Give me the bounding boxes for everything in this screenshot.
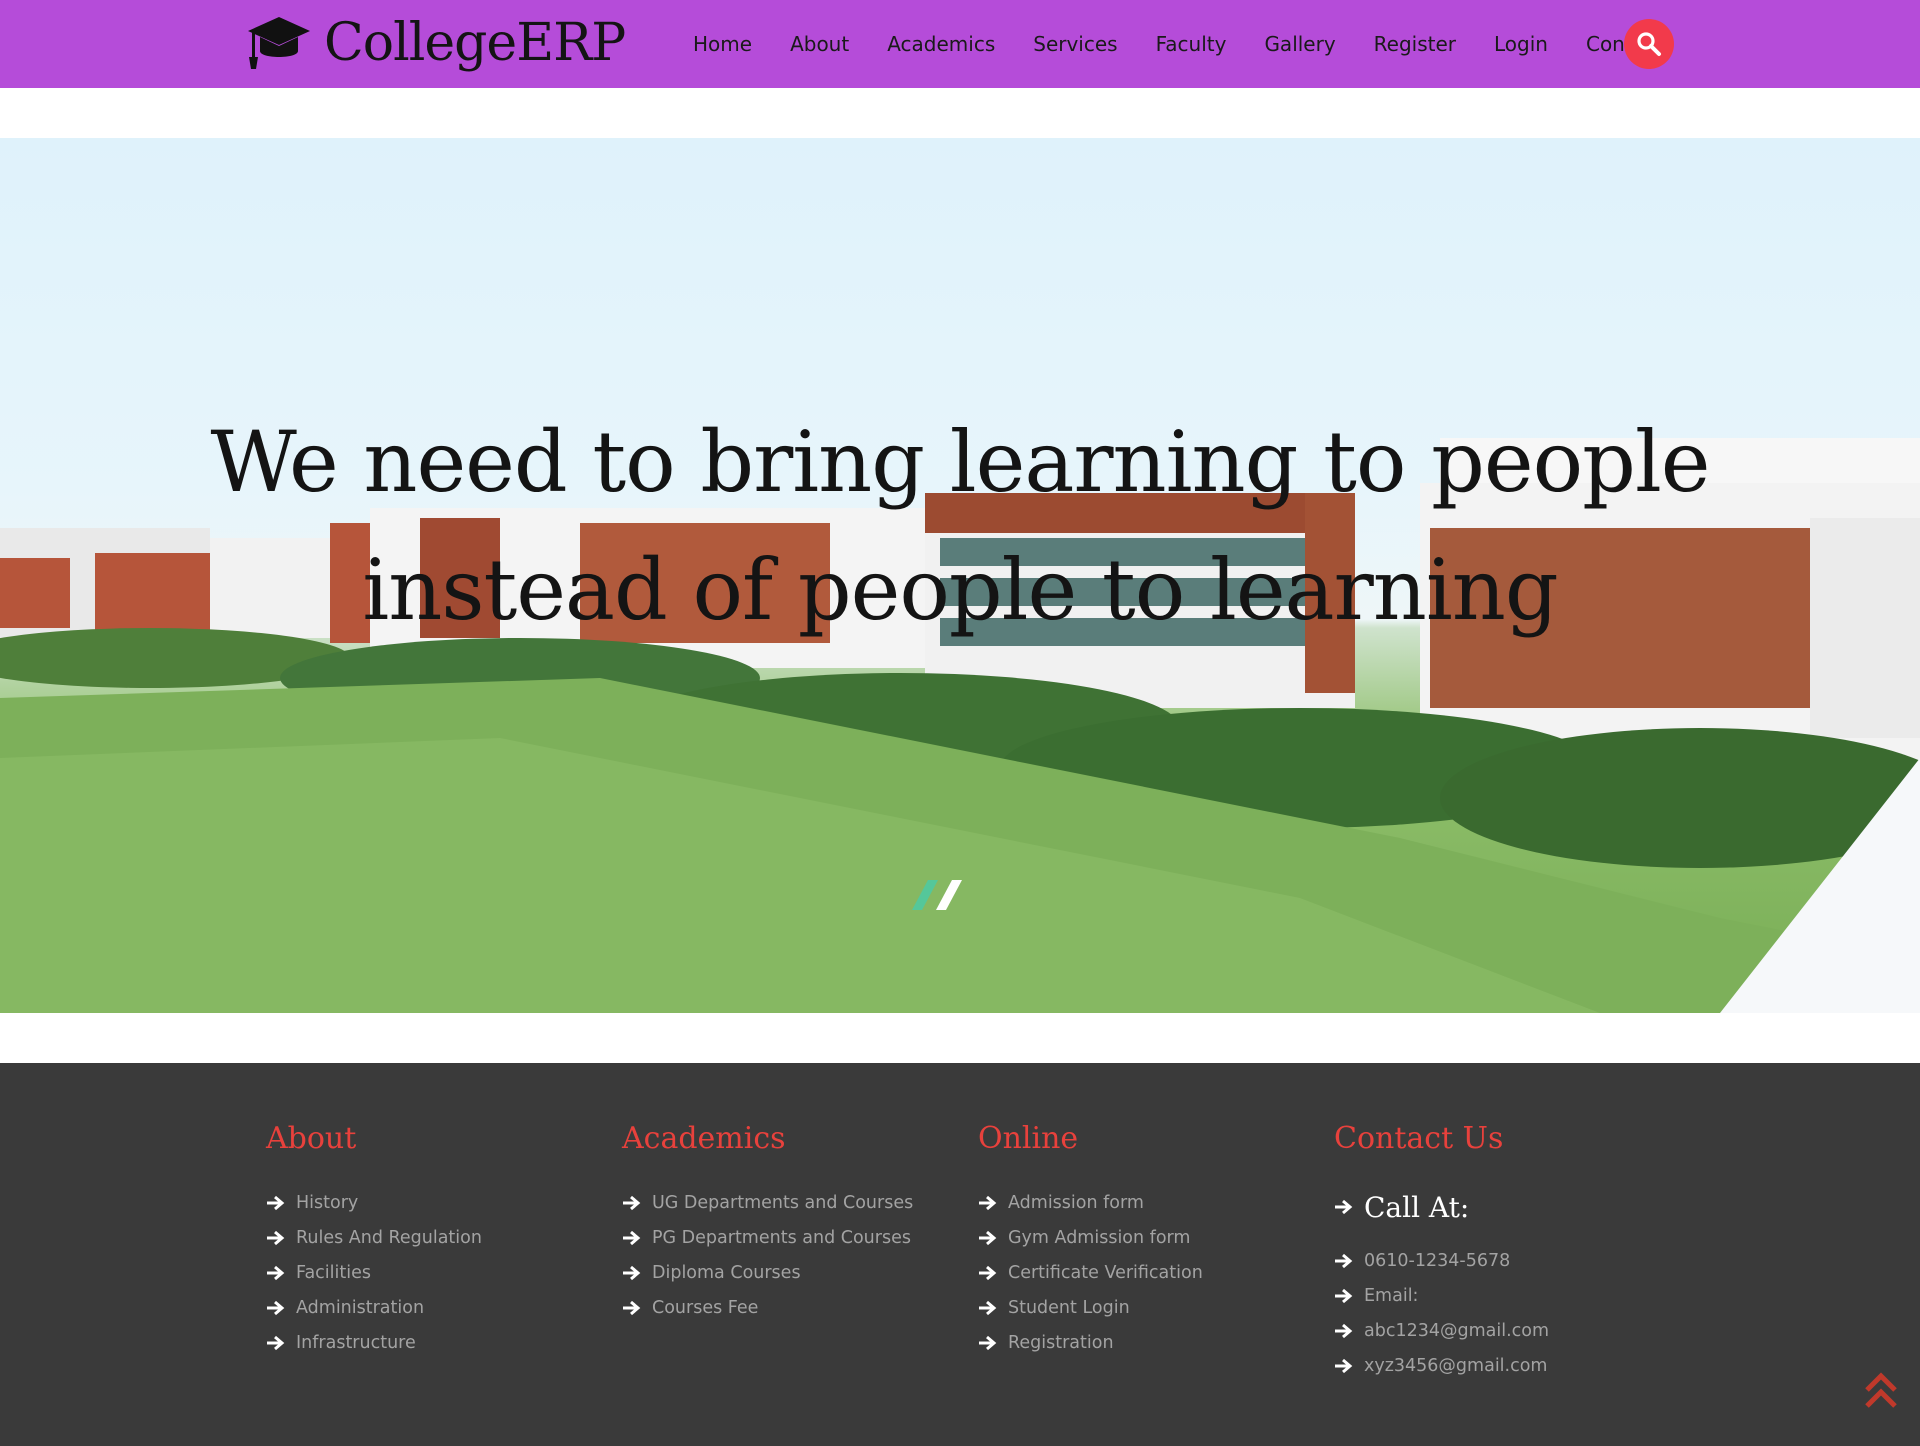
contact-phone[interactable]: 0610-1234-5678	[1334, 1243, 1674, 1278]
footer-link-registration[interactable]: Registration	[978, 1325, 1318, 1360]
contact-email-2[interactable]: xyz3456@gmail.com	[1334, 1348, 1674, 1383]
footer-contact-title: Contact Us	[1334, 1121, 1504, 1156]
arrow-right-icon	[1335, 1253, 1353, 1268]
footer-about-column: About History Rules And Regulation Facil…	[266, 1119, 606, 1360]
arrow-right-icon	[1335, 1288, 1353, 1303]
footer-link-rules[interactable]: Rules And Regulation	[266, 1220, 606, 1255]
hero-quote: We need to bring learning to people inst…	[0, 398, 1920, 654]
footer-online-column: Online Admission form Gym Admission form…	[978, 1119, 1318, 1360]
footer-link-certificate[interactable]: Certificate Verification	[978, 1255, 1318, 1290]
search-button[interactable]	[1624, 19, 1674, 69]
nav-faculty[interactable]: Faculty	[1137, 32, 1246, 56]
footer-link-facilities[interactable]: Facilities	[266, 1255, 606, 1290]
nav-home[interactable]: Home	[674, 32, 771, 56]
arrow-right-icon	[623, 1230, 641, 1245]
footer-online-title: Online	[978, 1121, 1079, 1156]
slide-indicator-1[interactable]	[912, 880, 938, 910]
footer-link-diploma[interactable]: Diploma Courses	[622, 1255, 962, 1290]
arrow-right-icon	[267, 1300, 285, 1315]
hero-slider: We need to bring learning to people inst…	[0, 138, 1920, 1013]
nav-gallery[interactable]: Gallery	[1245, 32, 1354, 56]
arrow-right-icon	[979, 1195, 997, 1210]
footer-link-gym[interactable]: Gym Admission form	[978, 1220, 1318, 1255]
nav-register[interactable]: Register	[1355, 32, 1475, 56]
slide-indicator-2[interactable]	[936, 880, 962, 910]
double-chevron-up-icon[interactable]	[1864, 1368, 1898, 1410]
slider-indicators	[912, 880, 962, 910]
footer-link-infrastructure[interactable]: Infrastructure	[266, 1325, 606, 1360]
arrow-right-icon	[623, 1265, 641, 1280]
arrow-right-icon	[1335, 1199, 1353, 1215]
nav-academics[interactable]: Academics	[868, 32, 1014, 56]
site-header: CollegeERP Home About Academics Services…	[0, 0, 1920, 88]
footer-academics-column: Academics UG Departments and Courses PG …	[622, 1119, 962, 1325]
footer-link-history[interactable]: History	[266, 1185, 606, 1220]
footer-link-ug[interactable]: UG Departments and Courses	[622, 1185, 962, 1220]
arrow-right-icon	[623, 1300, 641, 1315]
search-icon	[1637, 32, 1661, 56]
site-footer: About History Rules And Regulation Facil…	[0, 1063, 1920, 1446]
main-nav: Home About Academics Services Faculty Ga…	[674, 0, 1683, 88]
footer-contact-column: Contact Us Call At: 0610-1234-5678 Email…	[1334, 1119, 1674, 1383]
footer-link-fee[interactable]: Courses Fee	[622, 1290, 962, 1325]
call-at-heading: Call At:	[1334, 1185, 1674, 1229]
arrow-right-icon	[267, 1195, 285, 1210]
arrow-right-icon	[623, 1195, 641, 1210]
footer-academics-title: Academics	[622, 1121, 786, 1156]
footer-link-administration[interactable]: Administration	[266, 1290, 606, 1325]
arrow-right-icon	[1335, 1358, 1353, 1373]
contact-email-label: Email:	[1334, 1278, 1674, 1313]
footer-link-admission[interactable]: Admission form	[978, 1185, 1318, 1220]
brand-name: CollegeERP	[324, 13, 626, 73]
arrow-right-icon	[267, 1265, 285, 1280]
arrow-right-icon	[979, 1230, 997, 1245]
nav-services[interactable]: Services	[1014, 32, 1136, 56]
footer-link-pg[interactable]: PG Departments and Courses	[622, 1220, 962, 1255]
arrow-right-icon	[267, 1335, 285, 1350]
arrow-right-icon	[979, 1300, 997, 1315]
arrow-right-icon	[979, 1335, 997, 1350]
hero-quote-line-1: We need to bring learning to people	[210, 413, 1710, 511]
footer-link-student-login[interactable]: Student Login	[978, 1290, 1318, 1325]
nav-login[interactable]: Login	[1475, 32, 1567, 56]
arrow-right-icon	[1335, 1323, 1353, 1338]
graduation-cap-icon	[248, 17, 310, 69]
arrow-right-icon	[267, 1230, 285, 1245]
contact-email-1[interactable]: abc1234@gmail.com	[1334, 1313, 1674, 1348]
brand-logo[interactable]: CollegeERP	[246, 8, 626, 78]
nav-about[interactable]: About	[771, 32, 868, 56]
footer-about-title: About	[266, 1121, 357, 1156]
arrow-right-icon	[979, 1265, 997, 1280]
hero-quote-line-2: instead of people to learning	[362, 541, 1558, 639]
